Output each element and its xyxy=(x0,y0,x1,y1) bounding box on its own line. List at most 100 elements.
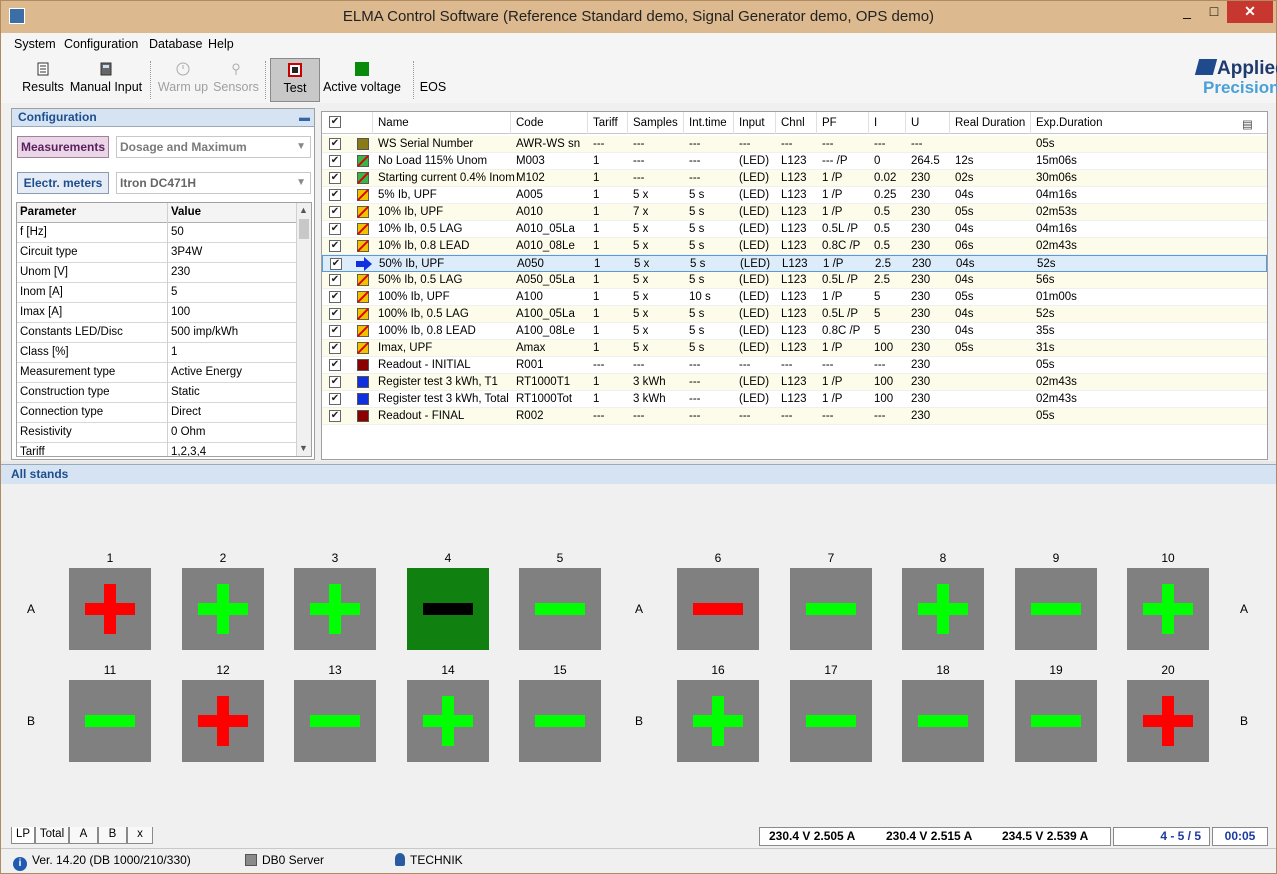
test-step-row[interactable]: ✔ Starting current 0.4% Inom M102 1 --- --- (L… xyxy=(322,170,1267,187)
eos-button[interactable]: EOS xyxy=(418,58,448,102)
step-enabled-checkbox[interactable]: ✔ xyxy=(329,206,341,218)
menu-configuration[interactable]: Configuration xyxy=(64,37,138,51)
scroll-thumb[interactable] xyxy=(299,219,309,239)
manual-input-button[interactable]: Manual Input xyxy=(67,58,145,102)
column-header-exp-duration[interactable]: Exp.Duration xyxy=(1036,117,1102,129)
column-header-i[interactable]: I xyxy=(874,117,877,129)
test-step-row[interactable]: ✔ Readout - INITIAL R001 --- --- --- --- --- ---… xyxy=(322,357,1267,374)
column-header-int-time[interactable]: Int.time xyxy=(689,117,727,129)
test-step-row[interactable]: ✔ 100% Ib, 0.8 LEAD A100_08Le 1 5 x 5 s (LED) L… xyxy=(322,323,1267,340)
column-chooser-icon[interactable]: ▤ xyxy=(1242,117,1253,131)
maximize-button[interactable]: □ xyxy=(1200,1,1228,23)
stand-7-status[interactable] xyxy=(790,568,872,650)
parameter-row[interactable]: Circuit type 3P4W xyxy=(17,243,297,263)
tab-a[interactable]: A xyxy=(69,827,98,844)
menu-help[interactable]: Help xyxy=(208,37,234,51)
column-header-tariff[interactable]: Tariff xyxy=(593,117,618,129)
stand-13-status[interactable] xyxy=(294,680,376,762)
test-button[interactable]: Test xyxy=(270,58,320,102)
minimize-button[interactable]: _ xyxy=(1173,1,1201,23)
stand-17-status[interactable] xyxy=(790,680,872,762)
column-header-u[interactable]: U xyxy=(911,117,919,129)
stand-5-status[interactable] xyxy=(519,568,601,650)
column-header-pf[interactable]: PF xyxy=(822,117,837,129)
parameter-row[interactable]: Construction type Static xyxy=(17,383,297,403)
parameter-scrollbar[interactable]: ▲ ▼ xyxy=(296,203,311,456)
stand-2-status[interactable] xyxy=(182,568,264,650)
scroll-down-icon[interactable]: ▼ xyxy=(299,443,308,453)
menu-system[interactable]: System xyxy=(14,37,56,51)
test-step-row[interactable]: ✔ Register test 3 kWh, Total RT1000Tot 1 3 k… xyxy=(322,391,1267,408)
step-enabled-checkbox[interactable]: ✔ xyxy=(329,223,341,235)
stand-15-status[interactable] xyxy=(519,680,601,762)
step-enabled-checkbox[interactable]: ✔ xyxy=(329,359,341,371)
step-enabled-checkbox[interactable]: ✔ xyxy=(329,172,341,184)
stand-3-status[interactable] xyxy=(294,568,376,650)
warm-up-button[interactable]: Warm up xyxy=(157,58,209,102)
test-step-row[interactable]: ✔ 10% Ib, UPF A010 1 7 x 5 s (LED) L123 1 /P 0.5 2… xyxy=(322,204,1267,221)
test-step-row[interactable]: ✔ 100% Ib, 0.5 LAG A100_05La 1 5 x 5 s (LED) L1… xyxy=(322,306,1267,323)
parameter-row[interactable]: f [Hz] 50 xyxy=(17,223,297,243)
measurements-button[interactable]: Measurements xyxy=(17,136,109,158)
tab-lp[interactable]: LP xyxy=(11,827,35,844)
test-step-row[interactable]: ✔ 50% Ib, 0.5 LAG A050_05La 1 5 x 5 s (LED) L12… xyxy=(322,272,1267,289)
step-enabled-checkbox[interactable]: ✔ xyxy=(330,258,342,270)
test-step-row[interactable]: ✔ WS Serial Number AWR-WS sn --- --- --- --- --… xyxy=(322,136,1267,153)
parameter-row[interactable]: Inom [A] 5 xyxy=(17,283,297,303)
column-header-samples[interactable]: Samples xyxy=(633,117,678,129)
test-step-row[interactable]: ✔ Readout - FINAL R002 --- --- --- --- --- --- --… xyxy=(322,408,1267,425)
test-step-row[interactable]: ✔ 10% Ib, 0.5 LAG A010_05La 1 5 x 5 s (LED) L12… xyxy=(322,221,1267,238)
stand-9-status[interactable] xyxy=(1015,568,1097,650)
tab-b[interactable]: B xyxy=(98,827,127,844)
stand-16-status[interactable] xyxy=(677,680,759,762)
stand-8-status[interactable] xyxy=(902,568,984,650)
tab-total[interactable]: Total xyxy=(35,827,69,844)
column-header-real-duration[interactable]: Real Duration xyxy=(955,117,1025,129)
parameter-row[interactable]: Unom [V] 230 xyxy=(17,263,297,283)
stand-6-status[interactable] xyxy=(677,568,759,650)
step-enabled-checkbox[interactable]: ✔ xyxy=(329,155,341,167)
menu-database[interactable]: Database xyxy=(149,37,203,51)
stand-4-status[interactable] xyxy=(407,568,489,650)
step-enabled-checkbox[interactable]: ✔ xyxy=(329,274,341,286)
column-header-name[interactable]: Name xyxy=(378,117,409,129)
test-step-row[interactable]: ✔ No Load 115% Unom M003 1 --- --- (LED) L123 --… xyxy=(322,153,1267,170)
stand-18-status[interactable] xyxy=(902,680,984,762)
parameter-row[interactable]: Constants LED/Disc 500 imp/kWh xyxy=(17,323,297,343)
parameter-row[interactable]: Imax [A] 100 xyxy=(17,303,297,323)
test-step-row[interactable]: ✔ 5% Ib, UPF A005 1 5 x 5 s (LED) L123 1 /P 0.25 2… xyxy=(322,187,1267,204)
test-step-row[interactable]: ✔ Register test 3 kWh, T1 RT1000T1 1 3 kWh --… xyxy=(322,374,1267,391)
test-step-row[interactable]: ✔ Imax, UPF Amax 1 5 x 5 s (LED) L123 1 /P 100 230… xyxy=(322,340,1267,357)
step-enabled-checkbox[interactable]: ✔ xyxy=(329,393,341,405)
step-enabled-checkbox[interactable]: ✔ xyxy=(329,189,341,201)
scroll-up-icon[interactable]: ▲ xyxy=(299,205,308,215)
stand-14-status[interactable] xyxy=(407,680,489,762)
test-step-row[interactable]: ✔ 10% Ib, 0.8 LEAD A010_08Le 1 5 x 5 s (LED) L1… xyxy=(322,238,1267,255)
parameter-row[interactable]: Tariff 1,2,3,4 xyxy=(17,443,297,456)
parameter-row[interactable]: Resistivity 0 Ohm xyxy=(17,423,297,443)
step-enabled-checkbox[interactable]: ✔ xyxy=(329,240,341,252)
step-enabled-checkbox[interactable]: ✔ xyxy=(329,291,341,303)
sensors-button[interactable]: Sensors xyxy=(213,58,259,102)
tab-x[interactable]: x xyxy=(127,827,153,844)
parameter-row[interactable]: Measurement type Active Energy xyxy=(17,363,297,383)
stand-19-status[interactable] xyxy=(1015,680,1097,762)
stand-1-status[interactable] xyxy=(69,568,151,650)
stand-11-status[interactable] xyxy=(69,680,151,762)
stand-10-status[interactable] xyxy=(1127,568,1209,650)
meters-select[interactable]: Itron DC471H ▼ xyxy=(116,172,311,194)
step-enabled-checkbox[interactable]: ✔ xyxy=(329,376,341,388)
step-enabled-checkbox[interactable]: ✔ xyxy=(329,410,341,422)
column-header-code[interactable]: Code xyxy=(516,117,544,129)
stand-12-status[interactable] xyxy=(182,680,264,762)
stand-20-status[interactable] xyxy=(1127,680,1209,762)
parameter-row[interactable]: Connection type Direct xyxy=(17,403,297,423)
close-button[interactable]: ✕ xyxy=(1227,1,1273,23)
test-step-row[interactable]: ✔ 100% Ib, UPF A100 1 5 x 10 s (LED) L123 1 /P 5 2… xyxy=(322,289,1267,306)
step-enabled-checkbox[interactable]: ✔ xyxy=(329,325,341,337)
step-enabled-checkbox[interactable]: ✔ xyxy=(329,308,341,320)
parameter-row[interactable]: Class [%] 1 xyxy=(17,343,297,363)
column-header-input[interactable]: Input xyxy=(739,117,765,129)
results-button[interactable]: Results xyxy=(21,58,65,102)
step-enabled-checkbox[interactable]: ✔ xyxy=(329,138,341,150)
